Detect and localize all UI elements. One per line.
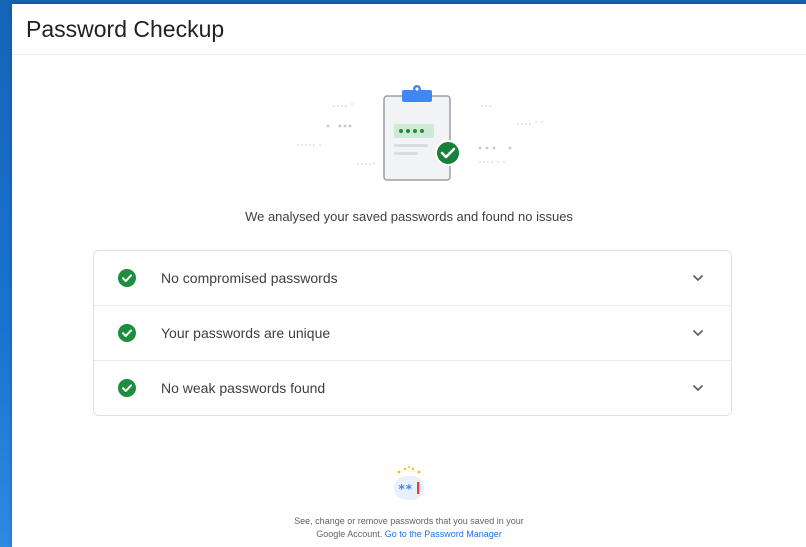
result-row-unique[interactable]: Your passwords are unique	[94, 306, 731, 361]
result-label: Your passwords are unique	[161, 325, 331, 341]
password-manager-section: ** See, change or remove passwords that …	[12, 464, 806, 541]
header: Password Checkup	[12, 4, 806, 55]
results-card: No compromised passwords Your passwords …	[93, 250, 732, 416]
result-row-compromised[interactable]: No compromised passwords	[94, 251, 731, 306]
summary-text: We analysed your saved passwords and fou…	[245, 209, 573, 224]
result-label: No compromised passwords	[161, 270, 338, 286]
password-checkup-window: Password Checkup We analysed your saved …	[12, 4, 806, 547]
password-manager-icon: **	[389, 464, 429, 504]
chevron-down-icon[interactable]	[691, 271, 705, 285]
clipboard-check-illustration-graphic	[297, 85, 543, 181]
result-label: No weak passwords found	[161, 380, 326, 396]
check-circle-icon	[118, 379, 136, 397]
desktop-background-left	[0, 0, 12, 547]
go-to-password-manager-link[interactable]: Go to the Password Manager	[385, 529, 502, 539]
password-manager-description: See, change or remove passwords that you…	[289, 515, 529, 541]
page-title: Password Checkup	[26, 15, 225, 42]
chevron-down-icon[interactable]	[691, 326, 705, 340]
check-circle-icon	[118, 269, 136, 287]
result-row-weak[interactable]: No weak passwords found	[94, 361, 731, 415]
chevron-down-icon[interactable]	[691, 381, 705, 395]
clipboard-check-illustration	[274, 84, 554, 194]
svg-text:**: **	[398, 482, 412, 496]
check-circle-icon	[118, 324, 136, 342]
